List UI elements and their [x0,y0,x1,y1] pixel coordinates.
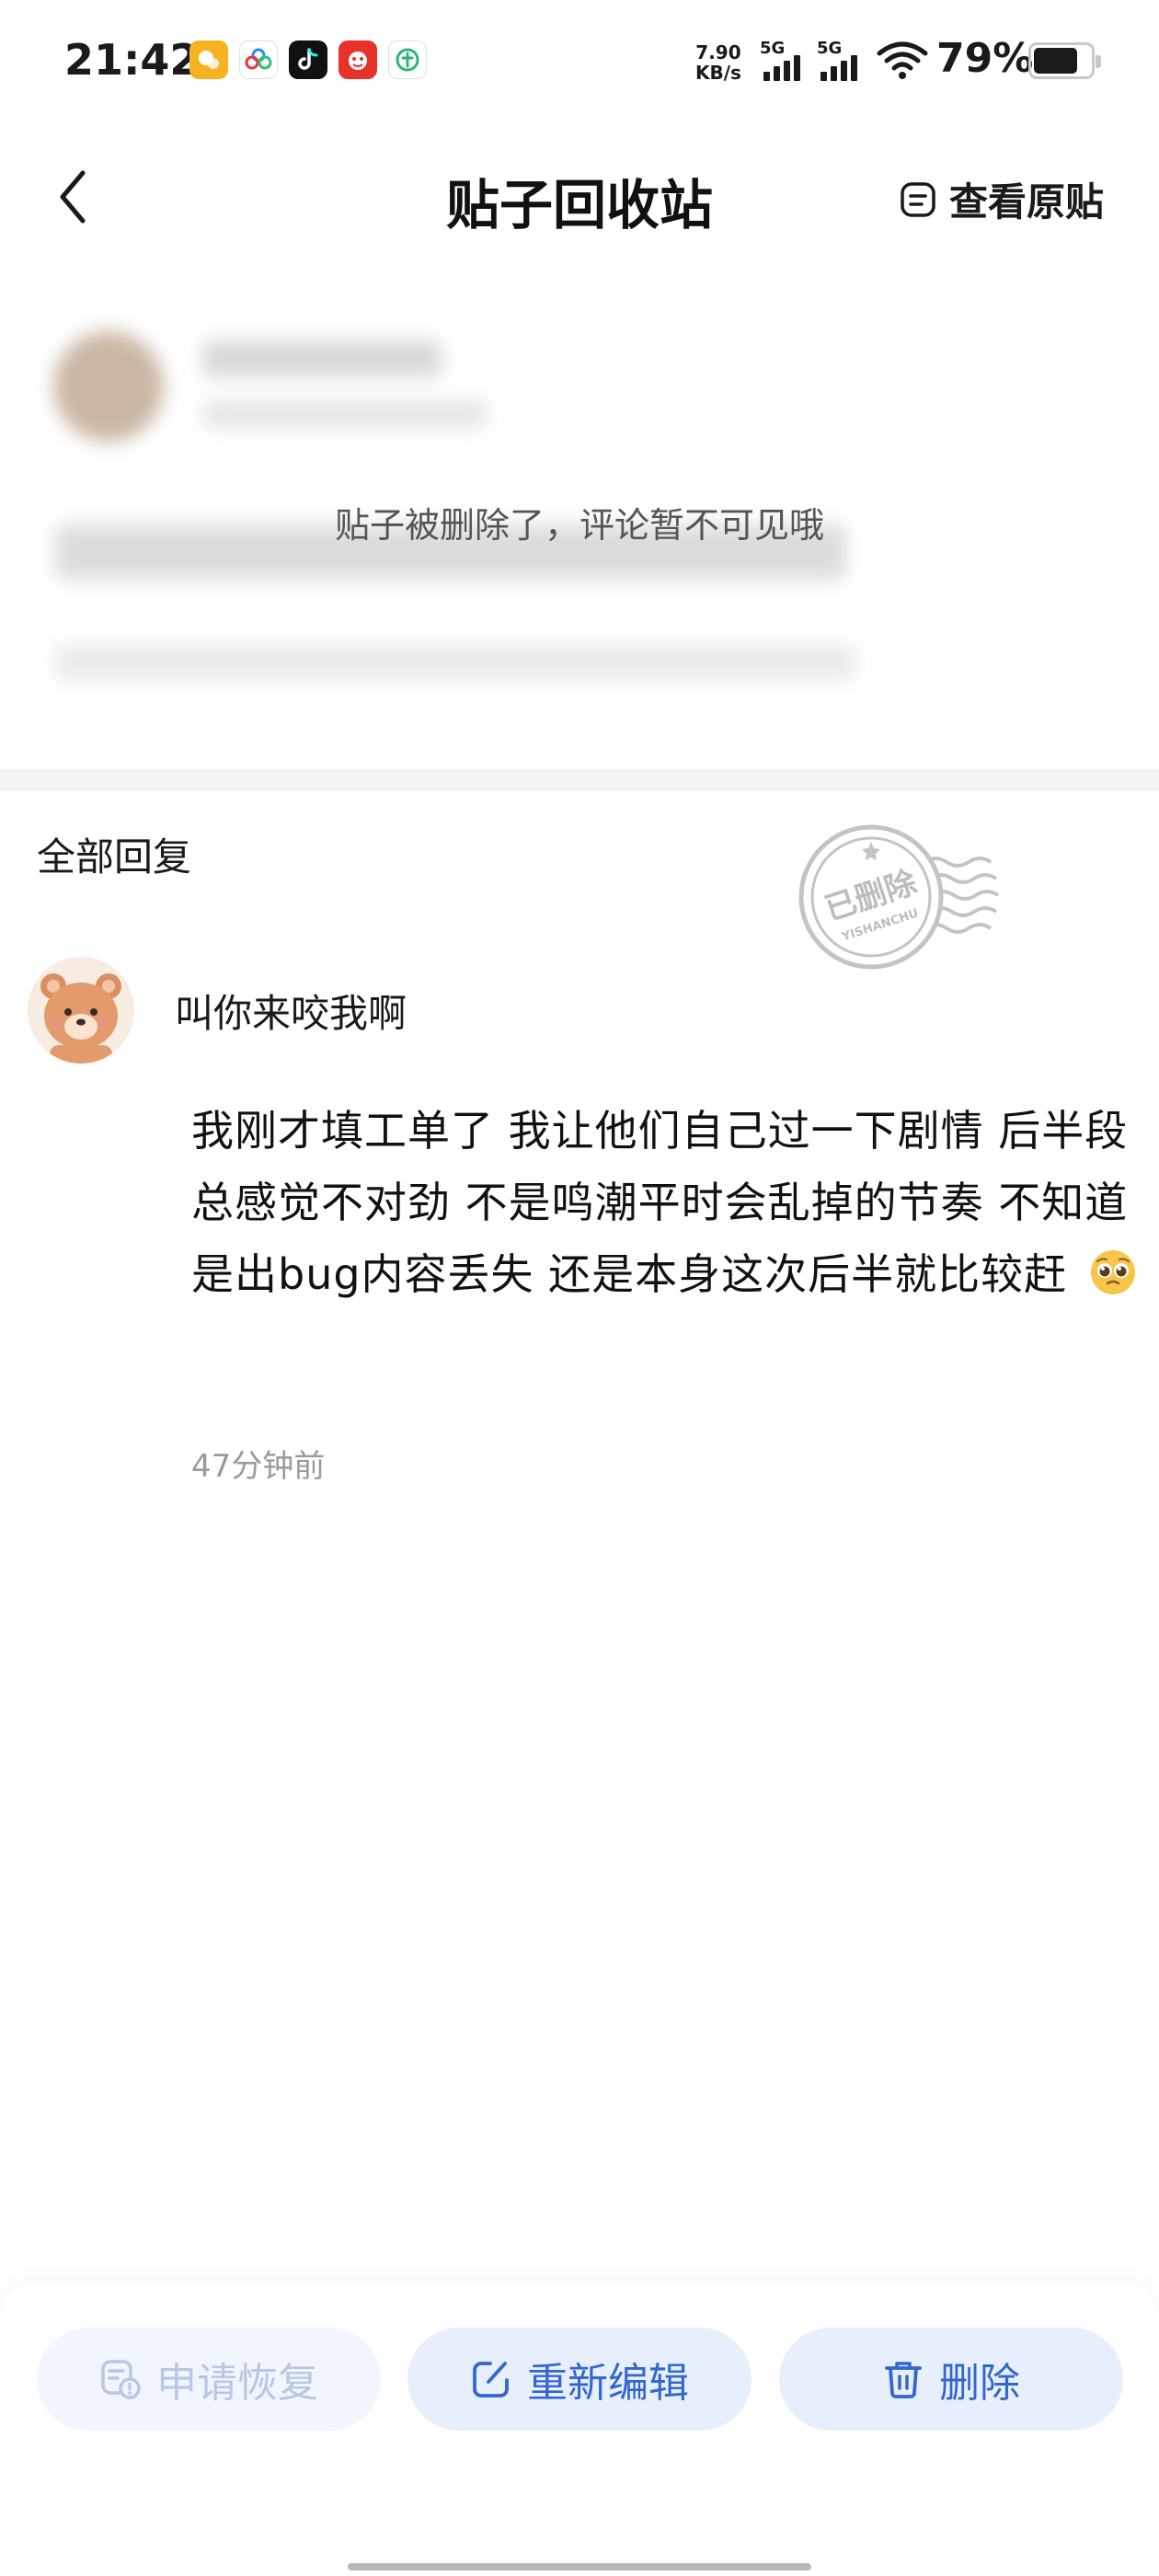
battery-icon [1028,42,1101,79]
deleted-stamp-icon: 已删除 YISHANCHU [798,824,1000,970]
request-restore-label: 申请恢复 [156,2360,318,2407]
tiktok-icon [289,40,327,79]
home-indicator[interactable] [348,2563,811,2570]
status-time: 21:42 [64,35,200,85]
section-divider [0,769,1159,791]
view-original-button[interactable]: 查看原贴 [900,171,1104,227]
bear-avatar-icon [28,957,134,1064]
page-header: 贴子回收站 查看原贴 [0,138,1159,258]
reply-timestamp: 47分钟前 [191,1448,326,1485]
battery-percent: 79% [936,35,1034,82]
document-icon [901,181,935,217]
deleted-post-preview: 贴子被删除了，评论暂不可见哦 [0,304,1159,736]
trash-icon [885,2362,922,2398]
app-notification-icon-3 [388,40,427,79]
view-original-label: 查看原贴 [948,179,1104,224]
network-speed-unit: KB/s [695,62,741,84]
edit-icon [473,2362,509,2398]
pleading-face-emoji-icon [1090,1250,1135,1294]
reply-content: 我刚才填工单了 我让他们自己过一下剧情 后半段总感觉不对劲 不是鸣潮平时会乱掉的… [191,1095,1139,1310]
delete-button[interactable]: 删除 [779,2328,1123,2431]
re-edit-button[interactable]: 重新编辑 [407,2328,752,2431]
status-bar: 21:42 7.90 KB/s 5G 5G 79% [0,0,1159,129]
network-speed: 7.90 KB/s [695,42,741,83]
app-notification-icon [189,40,228,79]
wifi-icon [877,41,928,79]
blurred-author-avatar [53,331,164,442]
blurred-author-name [202,340,442,377]
delete-label: 删除 [939,2360,1020,2407]
app-notification-icon-2 [339,40,377,79]
baidu-netdisk-icon [239,40,278,79]
all-replies-heading: 全部回复 [37,834,192,880]
reply-username[interactable]: 叫你来咬我啊 [175,983,407,1039]
sim1-signal-icon: 5G [760,39,808,81]
blurred-post-meta [202,400,488,428]
re-edit-label: 重新编辑 [527,2360,689,2407]
request-restore-button[interactable]: 申请恢复 [37,2328,381,2431]
post-deleted-notice: 贴子被删除了，评论暂不可见哦 [334,505,824,546]
restore-request-icon [101,2360,141,2399]
notification-app-icons [189,40,427,79]
blurred-post-body [55,644,855,681]
battery-fill [1034,48,1077,74]
network-speed-value: 7.90 [695,41,741,63]
avatar[interactable] [28,957,134,1064]
bottom-action-bar: 申请恢复 重新编辑 删除 [0,2282,1159,2576]
reply-text: 我刚才填工单了 我让他们自己过一下剧情 后半段总感觉不对劲 不是鸣潮平时会乱掉的… [191,1106,1129,1299]
sim2-signal-icon: 5G [817,39,865,81]
